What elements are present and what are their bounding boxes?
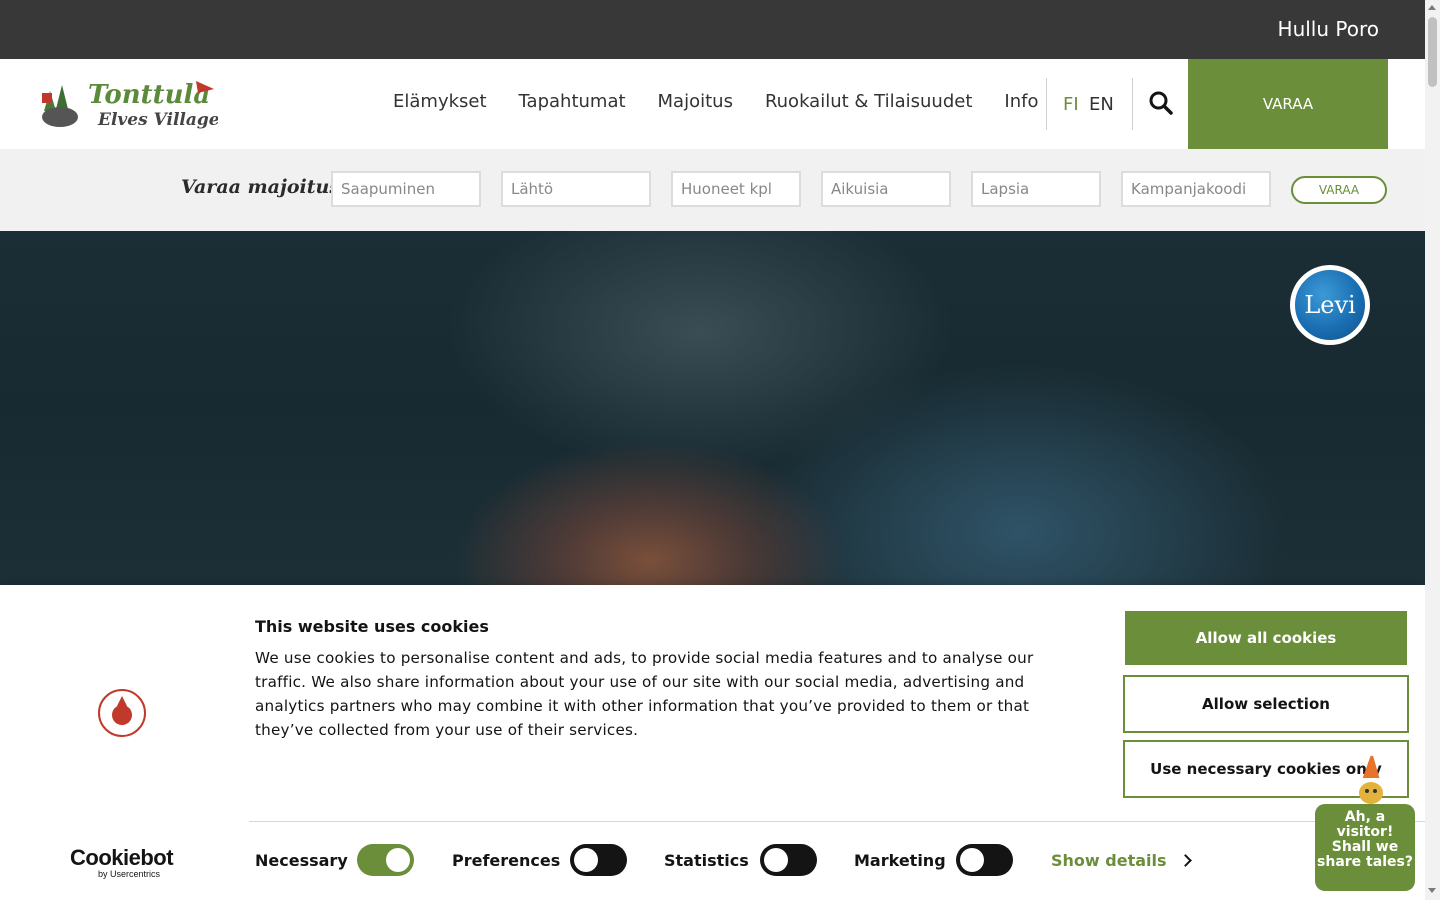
booking-title: Varaa majoitus [181, 176, 341, 198]
levi-badge[interactable]: Levi [1290, 265, 1370, 345]
scroll-thumb[interactable] [1428, 17, 1437, 87]
arrival-field[interactable] [331, 171, 481, 207]
nav-item-ruokailut[interactable]: Ruokailut & Tilaisuudet [765, 91, 972, 112]
necessary-label: Necessary [255, 851, 348, 870]
hullu-poro-link[interactable]: Hullu Poro [1278, 17, 1379, 41]
lang-en-link[interactable]: EN [1089, 94, 1114, 115]
scroll-down-arrow-icon[interactable] [1428, 888, 1436, 893]
book-button[interactable]: VARAA [1188, 59, 1388, 149]
chevron-right-icon [1178, 854, 1192, 867]
cookie-description: We use cookies to personalise content an… [255, 649, 1034, 739]
elf-mascot-icon[interactable] [1350, 750, 1392, 806]
hero-video: Levi [0, 231, 1425, 585]
statistics-label: Statistics [664, 851, 749, 870]
lang-divider [1132, 78, 1133, 130]
statistics-toggle[interactable] [760, 844, 817, 876]
cookiebot-logo: Cookiebot by Usercentrics [70, 845, 180, 879]
allow-all-cookies-button[interactable]: Allow all cookies [1125, 611, 1407, 665]
site-header: Tonttula Elves Village Elämykset Tapahtu… [0, 59, 1425, 149]
nav-item-tapahtumat[interactable]: Tapahtumat [519, 91, 626, 112]
nav-item-info[interactable]: Info [1004, 91, 1038, 112]
show-details-label: Show details [1051, 851, 1167, 870]
lang-fi-link[interactable]: FI [1063, 94, 1079, 115]
marketing-label: Marketing [854, 851, 946, 870]
svg-text:Elves Village: Elves Village [97, 110, 218, 130]
show-details-link[interactable]: Show details [1051, 851, 1192, 870]
levi-logo: Levi [1293, 268, 1367, 342]
cookie-divider [249, 821, 1425, 822]
adults-field[interactable] [821, 171, 951, 207]
scroll-up-arrow-icon[interactable] [1428, 5, 1436, 10]
rooms-field[interactable] [671, 171, 801, 207]
svg-text:Tonttula: Tonttula [88, 80, 210, 110]
allow-selection-button[interactable]: Allow selection [1123, 675, 1409, 733]
nav-item-elamykset[interactable]: Elämykset [393, 91, 487, 112]
preferences-toggle[interactable] [570, 844, 627, 876]
page-scrollbar[interactable] [1425, 0, 1440, 900]
marketing-toggle[interactable] [956, 844, 1013, 876]
children-field[interactable] [971, 171, 1101, 207]
main-nav: Elämykset Tapahtumat Majoitus Ruokailut … [393, 91, 1070, 112]
cookiebot-name: Cookiebot [70, 845, 174, 870]
necessary-toggle[interactable] [357, 844, 414, 876]
cookie-title: This website uses cookies [255, 617, 489, 636]
elves-village-badge-icon [98, 689, 146, 737]
tonttula-logo[interactable]: Tonttula Elves Village [36, 73, 218, 133]
departure-field[interactable] [501, 171, 651, 207]
nav-divider [1046, 78, 1047, 130]
campaign-code-field[interactable] [1121, 171, 1271, 207]
booking-submit-button[interactable]: VARAA [1291, 176, 1387, 204]
preferences-label: Preferences [452, 851, 561, 870]
top-bar: Hullu Poro [0, 0, 1425, 59]
nav-item-majoitus[interactable]: Majoitus [658, 91, 733, 112]
chat-bubble[interactable]: Ah, a visitor! Shall we share tales? [1315, 804, 1415, 891]
search-icon[interactable] [1148, 90, 1174, 116]
cookie-banner: This website uses cookies We use cookies… [0, 585, 1425, 900]
booking-bar: Varaa majoitus VARAA [0, 149, 1425, 231]
